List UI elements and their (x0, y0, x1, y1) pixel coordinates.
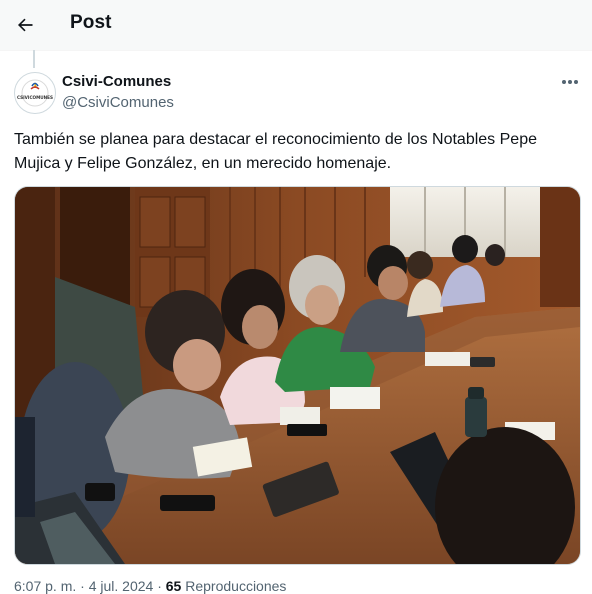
tweet-photo[interactable] (14, 186, 581, 565)
avatar[interactable]: CSIVICOMUNES (14, 72, 56, 114)
thread-connector-line (33, 50, 35, 68)
meeting-photo-illustration (15, 187, 580, 564)
top-bar: Post (0, 0, 592, 50)
more-horizontal-icon (562, 80, 578, 84)
csivi-logo-icon: CSIVICOMUNES (16, 74, 54, 112)
more-options-button[interactable] (556, 72, 584, 92)
arrow-left-icon (18, 18, 33, 32)
tweet-meta: 6:07 p. m. · 4 jul. 2024 · 65 Reproducci… (14, 578, 574, 594)
tweet-timestamp[interactable]: 6:07 p. m. · 4 jul. 2024 (14, 578, 153, 594)
meta-separator: · (157, 578, 166, 594)
author-display-name[interactable]: Csivi-Comunes (62, 73, 171, 90)
page-title: Post (70, 12, 112, 33)
reposts-label: Reproducciones (185, 578, 287, 594)
reposts-count: 65 (165, 578, 182, 594)
back-button[interactable] (8, 8, 42, 42)
tweet-text: También se planea para destacar el recon… (14, 131, 537, 172)
svg-text:CSIVICOMUNES: CSIVICOMUNES (17, 95, 53, 100)
author-handle[interactable]: @CsiviComunes (62, 94, 174, 111)
